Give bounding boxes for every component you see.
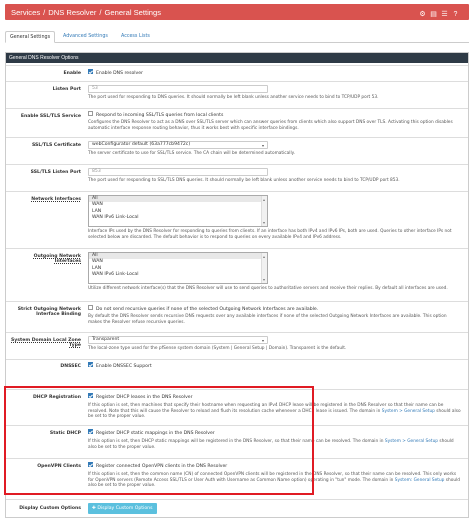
listen-port-row: Listen Port 53 The port used for respond… [6, 81, 468, 107]
custom-options-label: Display Custom Options [19, 506, 81, 511]
breadcrumb-services[interactable]: Services [11, 8, 40, 17]
static-dhcp-help: If this option is set, then DHCP static … [88, 439, 462, 450]
dnssec-row: DNSSEC Enable DNSSEC Support [6, 359, 468, 373]
strict-outgoing-label: Strict Outgoing Network Interface Bindin… [17, 307, 81, 318]
enable-checkbox-row[interactable]: Enable DNS resolver [88, 69, 462, 77]
dhcp-registration-label: DHCP Registration [32, 395, 81, 400]
listen-port-input[interactable]: 53 [88, 85, 268, 93]
display-custom-options-button-label: Display Custom Options [97, 506, 153, 511]
dnssec-checkbox[interactable] [88, 362, 93, 367]
enable-checkbox[interactable] [88, 69, 93, 74]
ssl-checkbox-label: Respond to incoming SSL/TLS queries from… [96, 113, 224, 118]
display-custom-options-button[interactable]: ✚ Display Custom Options [88, 503, 157, 514]
strict-outgoing-row: Strict Outgoing Network Interface Bindin… [6, 301, 468, 331]
static-dhcp-help-text: If this option is set, then DHCP static … [88, 439, 384, 444]
page-header: Services / DNS Resolver / General Settin… [0, 0, 474, 30]
ssl-row: Enable SSL/TLS Service Respond to incomi… [6, 108, 468, 136]
openvpn-clients-row: OpenVPN Clients Register connected OpenV… [6, 458, 468, 496]
ssl-cert-label: SSL/TLS Certificate [31, 143, 81, 148]
tab-access-lists[interactable]: Access Lists [117, 31, 154, 43]
ssl-label: Enable SSL/TLS Service [20, 114, 81, 119]
static-dhcp-row: Static DHCP Register DHCP static mapping… [6, 425, 468, 457]
listen-port-label: Listen Port [52, 87, 81, 92]
openvpn-clients-checkbox-label: Register connected OpenVPN clients in th… [96, 464, 228, 469]
general-setup-link[interactable]: System > General Setup [382, 409, 435, 414]
tab-advanced-settings[interactable]: Advanced Settings [59, 31, 112, 43]
dhcp-registration-checkbox-row[interactable]: Register DHCP leases in the DNS Resolver [88, 393, 462, 401]
network-interfaces-option[interactable]: WAN IPv6 Link-Local [89, 215, 267, 221]
ssl-cert-select[interactable]: webConfigurator default (63a777cb9472c) [88, 141, 268, 149]
network-interfaces-scrollbar[interactable] [261, 196, 267, 226]
ssl-checkbox[interactable] [88, 111, 93, 116]
dns-resolver-options-panel: General DNS Resolver Options Enable Enab… [5, 52, 469, 518]
network-interfaces-select[interactable]: All WAN LAN WAN IPv6 Link-Local [88, 195, 268, 227]
outgoing-interfaces-label: Outgoing Network Interfaces [33, 254, 81, 265]
breadcrumb-general-settings[interactable]: General Settings [104, 8, 161, 17]
outgoing-interfaces-option[interactable]: WAN IPv6 Link-Local [89, 272, 267, 278]
breadcrumb-separator: / [99, 7, 102, 17]
header-icons: ⚙ ▤ ☰ ? [418, 10, 460, 19]
ssl-cert-row: SSL/TLS Certificate webConfigurator defa… [6, 137, 468, 163]
network-interfaces-row: Network Interfaces All WAN LAN WAN IPv6 … [6, 191, 468, 247]
breadcrumb-dns-resolver[interactable]: DNS Resolver [48, 8, 96, 17]
local-zone-label: System Domain Local Zone Type [11, 338, 81, 349]
general-setup-link[interactable]: System: General Setup [395, 478, 445, 483]
static-dhcp-checkbox[interactable] [88, 429, 93, 434]
help-icon[interactable]: ? [451, 10, 460, 19]
tab-bar: General Settings Advanced Settings Acces… [5, 31, 469, 43]
dhcp-registration-checkbox[interactable] [88, 393, 93, 398]
ssl-port-label: SSL/TLS Listen Port [30, 170, 81, 175]
ssl-port-help: The port used for responding to SSL/TLS … [88, 178, 400, 183]
outgoing-interfaces-scrollbar[interactable] [261, 253, 267, 283]
static-dhcp-label: Static DHCP [49, 431, 81, 436]
ssl-port-row: SSL/TLS Listen Port 853 The port used fo… [6, 164, 468, 190]
chart-icon[interactable]: ▤ [429, 10, 438, 19]
ssl-help: Configures the DNS Resolver to act as a … [88, 120, 453, 131]
openvpn-clients-checkbox-row[interactable]: Register connected OpenVPN clients in th… [88, 462, 462, 470]
local-zone-help: The local-zone type used for the pfSense… [88, 346, 347, 351]
list-icon[interactable]: ☰ [440, 10, 449, 19]
openvpn-clients-label: OpenVPN Clients [37, 464, 81, 469]
tab-general-settings[interactable]: General Settings [5, 31, 56, 43]
strict-outgoing-help: By default the DNS Resolver sends recurs… [88, 314, 447, 325]
ssl-cert-help: The server certificate to use for SSL/TL… [88, 151, 295, 156]
breadcrumb: Services / DNS Resolver / General Settin… [5, 4, 469, 20]
outgoing-interfaces-help: Utilize different network interface(s) t… [88, 286, 448, 291]
panel-title: General DNS Resolver Options [6, 53, 468, 63]
enable-row: Enable Enable DNS resolver [6, 65, 468, 80]
strict-outgoing-checkbox-row[interactable]: Do not send recursive queries if none of… [88, 305, 462, 313]
dhcp-registration-help: If this option is set, then machines tha… [88, 403, 462, 420]
static-dhcp-checkbox-row[interactable]: Register DHCP static mappings in the DNS… [88, 429, 462, 437]
dhcp-registration-checkbox-label: Register DHCP leases in the DNS Resolver [96, 395, 193, 400]
dhcp-registration-row: DHCP Registration Register DHCP leases i… [6, 389, 468, 424]
listen-port-help: The port used for responding to DNS quer… [88, 95, 379, 100]
general-setup-link[interactable]: System > General Setup [385, 439, 438, 444]
enable-checkbox-label: Enable DNS resolver [96, 71, 143, 76]
strict-outgoing-checkbox[interactable] [88, 305, 93, 310]
openvpn-clients-checkbox[interactable] [88, 462, 93, 467]
breadcrumb-separator: / [43, 7, 46, 17]
local-zone-select[interactable]: Transparent [88, 336, 268, 344]
dnssec-checkbox-row[interactable]: Enable DNSSEC Support [88, 362, 462, 370]
ssl-port-input[interactable]: 853 [88, 168, 268, 176]
outgoing-interfaces-select[interactable]: All WAN LAN WAN IPv6 Link-Local [88, 252, 268, 284]
custom-options-row: Display Custom Options ✚ Display Custom … [6, 499, 468, 518]
network-interfaces-help: Interface IPs used by the DNS Resolver f… [88, 229, 452, 240]
openvpn-clients-help: If this option is set, then the common n… [88, 472, 462, 489]
dnssec-label: DNSSEC [60, 364, 81, 369]
strict-outgoing-checkbox-label: Do not send recursive queries if none of… [96, 307, 319, 312]
settings-icon[interactable]: ⚙ [418, 10, 427, 19]
dnssec-checkbox-label: Enable DNSSEC Support [96, 364, 152, 369]
outgoing-interfaces-row: Outgoing Network Interfaces All WAN LAN … [6, 248, 468, 300]
static-dhcp-checkbox-label: Register DHCP static mappings in the DNS… [96, 431, 215, 436]
network-interfaces-label: Network Interfaces [31, 197, 81, 202]
ssl-checkbox-row[interactable]: Respond to incoming SSL/TLS queries from… [88, 111, 462, 119]
enable-label: Enable [63, 71, 82, 76]
local-zone-row: System Domain Local Zone Type Transparen… [6, 332, 468, 358]
